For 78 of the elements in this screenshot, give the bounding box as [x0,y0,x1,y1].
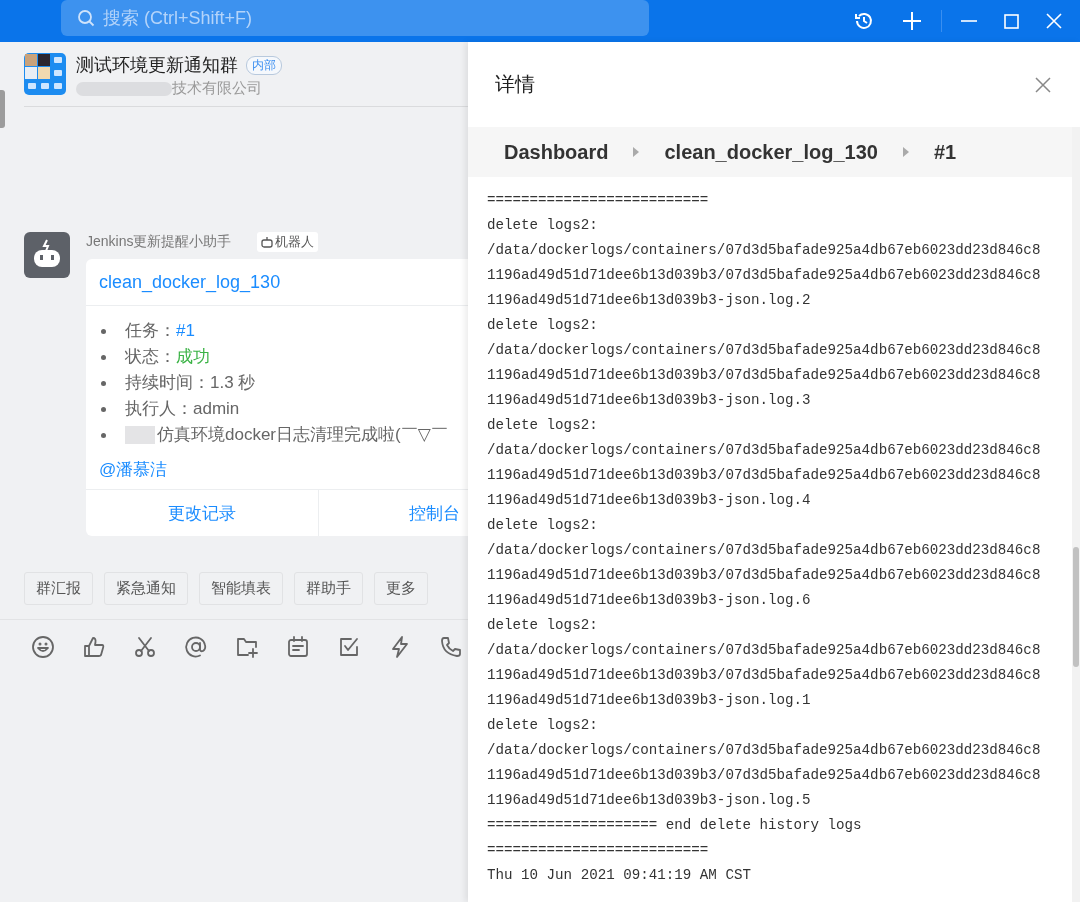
log-line: 1196ad49d51d71dee6b13d039b3/07d3d5bafade925a4db67eb6023dd23d846c8 [487,466,1042,485]
bullet-icon [101,380,106,386]
log-line: delete logs2: [487,216,599,235]
log-line: delete logs2: [487,616,599,635]
checkbox-icon[interactable] [337,635,361,659]
redaction-mark [125,426,155,444]
field-label: 持续时间： [125,372,210,394]
quick-action-button[interactable]: 紧急通知 [104,572,188,605]
log-line: /data/dockerlogs/containers/07d3d5bafade925a4db67eb6023dd23d846c8 [487,241,1042,260]
add-icon[interactable] [902,11,922,31]
note-text: 仿真环境docker日志清理完成啦(￣▽￣ [157,424,448,446]
breadcrumb-link[interactable]: Dashboard [504,140,609,164]
field-value: 成功 [176,346,210,368]
field-value: admin [193,398,240,420]
company-name: 技术有限公司 [172,79,262,98]
log-line: 1196ad49d51d71dee6b13d039b3/07d3d5bafade925a4db67eb6023dd23d846c8 [487,566,1042,585]
quick-action-button[interactable]: 群助手 [294,572,363,605]
chevron-icon [902,147,909,157]
log-line: delete logs2: [487,416,599,435]
log-line: /data/dockerlogs/containers/07d3d5bafade925a4db67eb6023dd23d846c8 [487,741,1042,760]
scrollbar-thumb[interactable] [1073,547,1079,667]
log-line: Thu 10 Jun 2021 09:41:19 AM CST [487,866,752,885]
log-line: 1196ad49d51d71dee6b13d039b3-json.log.4 [487,491,812,510]
robot-avatar-icon [24,232,70,278]
log-line: /data/dockerlogs/containers/07d3d5bafade925a4db67eb6023dd23d846c8 [487,441,1042,460]
maximize-icon[interactable] [1004,13,1019,29]
robot-label: 机器人 [275,233,315,251]
scroll-handle[interactable] [0,90,5,128]
log-line: 1196ad49d51d71dee6b13d039b3-json.log.2 [487,291,812,310]
panel-title: 详情 [495,72,535,97]
close-icon[interactable] [1035,76,1051,93]
log-line: 1196ad49d51d71dee6b13d039b3/07d3d5bafade925a4db67eb6023dd23d846c8 [487,666,1042,685]
emoji-icon[interactable] [31,635,55,659]
minimize-icon[interactable] [961,19,977,23]
log-line: ========================== [487,191,710,210]
calendar-icon[interactable] [286,635,310,659]
history-icon[interactable] [853,10,875,32]
phone-icon[interactable] [439,635,463,659]
quick-action-button[interactable]: 智能填表 [199,572,283,605]
field-value: 1.3 秒 [210,372,256,394]
breadcrumb-link[interactable]: clean_docker_log_130 [664,140,878,164]
quick-action-button[interactable]: 群汇报 [24,572,93,605]
chevron-icon [633,147,640,157]
log-line: /data/dockerlogs/containers/07d3d5bafade925a4db67eb6023dd23d846c8 [487,541,1042,560]
field-label: 状态： [125,346,176,368]
breadcrumb-link[interactable]: #1 [933,140,957,164]
log-line: /data/dockerlogs/containers/07d3d5bafade925a4db67eb6023dd23d846c8 [487,641,1042,660]
quick-action-button[interactable]: 更多 [374,572,428,605]
log-line: delete logs2: [487,316,599,335]
log-line: 1196ad49d51d71dee6b13d039b3-json.log.1 [487,691,812,710]
at-sign-icon[interactable] [184,635,208,659]
group-title: 测试环境更新通知群 [76,54,238,77]
scissors-icon[interactable] [133,635,157,659]
robot-icon [261,236,274,248]
log-line: delete logs2: [487,516,599,535]
log-line: ==================== end delete history logs [487,816,863,835]
field-label: 执行人： [125,398,193,420]
log-line: 1196ad49d51d71dee6b13d039b3-json.log.3 [487,391,812,410]
log-line: 1196ad49d51d71dee6b13d039b3-json.log.6 [487,591,812,610]
log-line: 1196ad49d51d71dee6b13d039b3/07d3d5bafade925a4db67eb6023dd23d846c8 [487,366,1042,385]
mention-link[interactable]: @潘慕洁 [99,458,468,481]
log-line: /data/dockerlogs/containers/07d3d5bafade925a4db67eb6023dd23d846c8 [487,341,1042,360]
sender-name: Jenkins更新提醒小助手 [86,233,232,251]
internal-badge: 内部 [246,55,282,75]
search-field[interactable]: 搜索 (Ctrl+Shift+F) [61,0,649,36]
bullet-icon [101,328,106,334]
field-label: 任务： [125,320,176,342]
group-avatar-icon [24,53,66,95]
bullet-icon [101,406,106,412]
log-line: delete logs2: [487,716,599,735]
log-line: 1196ad49d51d71dee6b13d039b3/07d3d5bafade925a4db67eb6023dd23d846c8 [487,766,1042,785]
log-line: 1196ad49d51d71dee6b13d039b3-json.log.5 [487,791,812,810]
folder-add-icon[interactable] [235,635,259,659]
log-line: ========================== [487,841,710,860]
log-line: 1196ad49d51d71dee6b13d039b3/07d3d5bafade925a4db67eb6023dd23d846c8 [487,266,1042,285]
bullet-icon [101,354,106,360]
bullet-icon [101,432,106,438]
thumbs-up-icon[interactable] [82,635,106,659]
